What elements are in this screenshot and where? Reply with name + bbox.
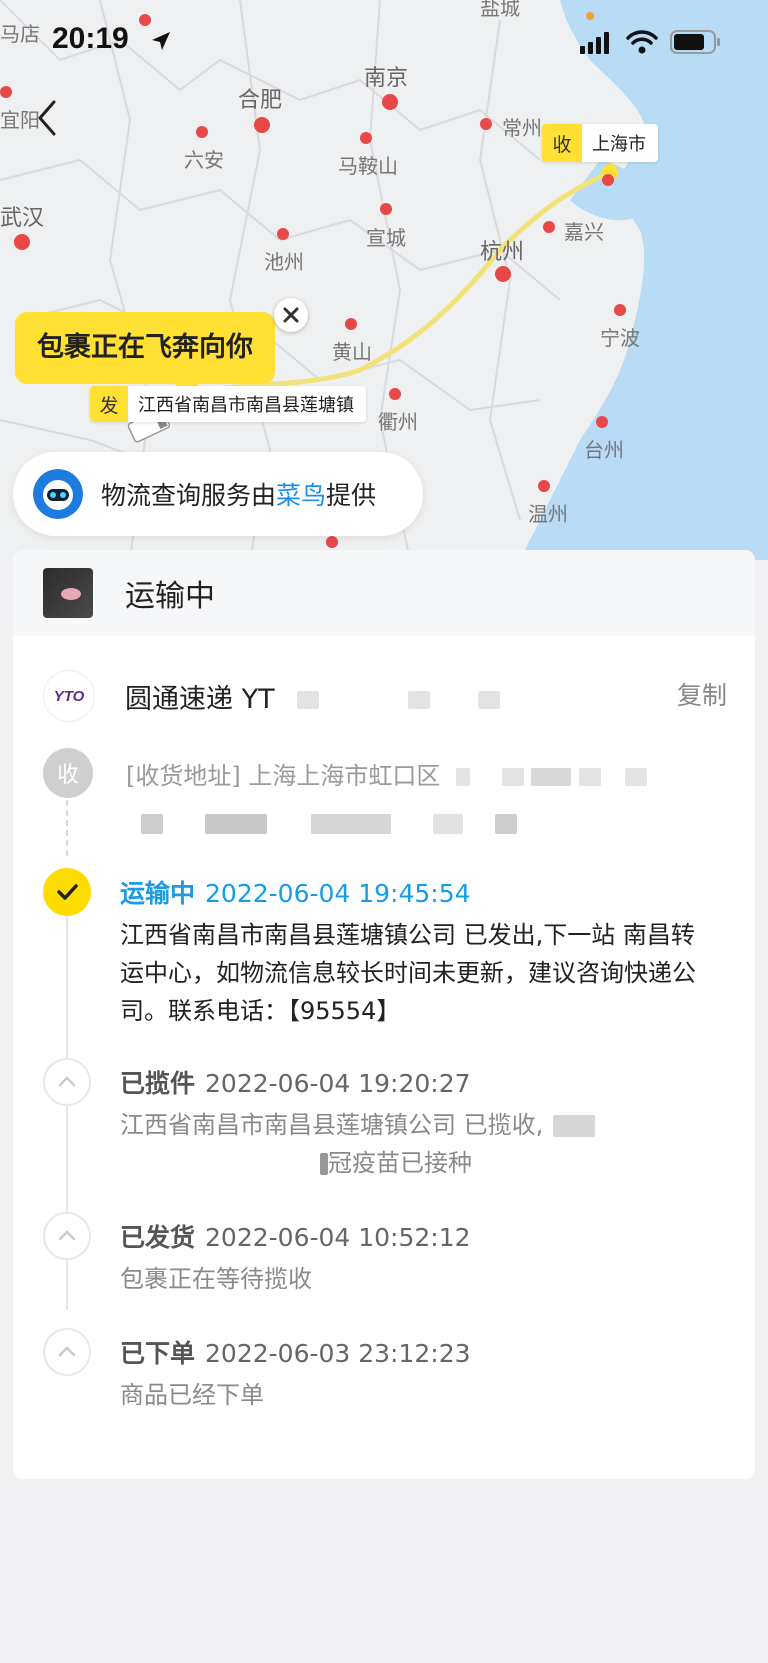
provider-banner[interactable]: 物流查询服务由菜鸟提供 [13, 452, 423, 536]
event-description: 包裹正在等待揽收 [120, 1265, 312, 1293]
status-bubble: 包裹正在飞奔向你 [15, 312, 275, 396]
origin-label: 江西省南昌市南昌县莲塘镇 [138, 395, 354, 416]
city-label: 宣城 [366, 226, 406, 250]
origin-marker: 发 江西省南昌市南昌县莲塘镇 [90, 386, 366, 422]
cellular-signal-icon [580, 32, 609, 54]
wifi-icon [626, 30, 658, 54]
yto-logo-icon: YTO [43, 670, 95, 722]
cainiao-logo-icon [33, 469, 83, 519]
clock: 20:19 [52, 22, 129, 55]
city-label: 武汉 [0, 206, 45, 231]
route-map[interactable]: 马店 南京 合肥 常州 宜阳 六安 马鞍山 武汉 宣城 嘉兴 池州 杭州 宁波 … [0, 0, 768, 560]
city-label: 马鞍山 [338, 154, 398, 178]
receive-address-icon: 收 [43, 748, 93, 798]
city-label: 台州 [584, 438, 624, 462]
check-icon [43, 868, 91, 916]
provider-text: 物流查询服务由菜鸟提供 [101, 481, 377, 510]
event-description: 江西省南昌市南昌县莲塘镇公司 已揽收, [120, 1106, 700, 1144]
city-label: 杭州 [480, 240, 525, 265]
city-label: 温州 [528, 502, 568, 526]
battery-icon [670, 30, 720, 54]
carrier-row: YTO 圆通速递 YT 复制 [13, 666, 755, 726]
city-label: 合肥 [238, 88, 283, 113]
event-description: 江西省南昌市南昌县莲塘镇公司 已发出,下一站 南昌转运中心，如物流信息较长时间未… [120, 921, 696, 1025]
city-label: 常州 [502, 116, 542, 140]
city-label: 黄山 [332, 340, 372, 364]
event-title: 已下单 2022-06-03 23:12:23 [120, 1339, 471, 1368]
back-button[interactable] [28, 92, 68, 144]
close-bubble-button[interactable] [274, 298, 308, 332]
product-thumbnail[interactable] [43, 568, 93, 618]
chevron-left-icon [38, 100, 56, 136]
city-label: 宁波 [600, 326, 640, 350]
event-title: 已发货 2022-06-04 10:52:12 [120, 1223, 471, 1252]
location-arrow-icon [152, 32, 170, 50]
city-label: 衢州 [378, 410, 418, 434]
origin-badge: 发 [90, 386, 128, 422]
chevron-up-icon[interactable] [43, 1212, 91, 1260]
event-description: 商品已经下单 [120, 1381, 264, 1409]
chevron-up-icon[interactable] [43, 1058, 91, 1106]
city-label: 池州 [264, 250, 304, 274]
chevron-up-icon[interactable] [43, 1328, 91, 1376]
copy-tracking-button[interactable]: 复制 [677, 676, 727, 712]
destination-marker: 收 上海市 [542, 124, 658, 162]
event-description-line2: 冠疫苗已接种 [120, 1144, 700, 1182]
shipment-card: 运输中 YTO 圆通速递 YT 复制 收 [收货地址] 上海上海市虹口区 运输中… [13, 550, 755, 1479]
shipment-status: 运输中 [125, 579, 215, 614]
destination-badge: 收 [542, 124, 582, 162]
status-bar: 20:19 [0, 0, 768, 80]
provider-link[interactable]: 菜鸟 [276, 481, 326, 510]
shipment-header: 运输中 [13, 550, 755, 636]
city-label: 嘉兴 [564, 220, 604, 244]
receive-address-line2 [133, 810, 653, 838]
close-icon [283, 307, 299, 323]
carrier-name: 圆通速递 YT [125, 677, 501, 716]
receive-address: [收货地址] 上海上海市虹口区 [126, 756, 647, 791]
timeline-dashed-connector [66, 800, 68, 856]
city-label: 六安 [184, 148, 224, 172]
event-title: 已揽件 2022-06-04 19:20:27 [120, 1069, 471, 1098]
event-title: 运输中 2022-06-04 19:45:54 [120, 879, 471, 908]
destination-label: 上海市 [592, 134, 646, 155]
